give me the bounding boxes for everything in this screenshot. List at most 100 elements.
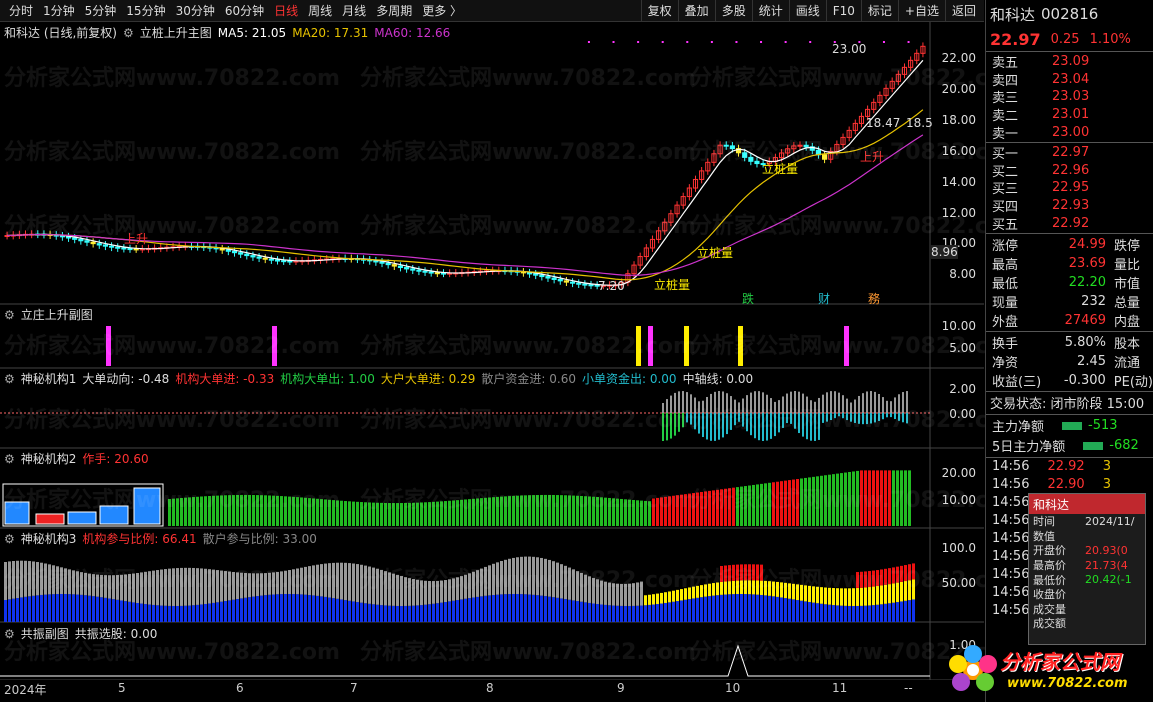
popup-key: 时间 (1033, 515, 1055, 529)
pane6-header: ⚙ 共振副图 共振选股: 0.00 (4, 625, 157, 642)
popup-row: 最高价 21.73(4 (1029, 558, 1145, 573)
pane4-axis-label: 10.00 (941, 493, 976, 507)
flow-value: -513 (1088, 418, 1118, 434)
chart-area[interactable]: 和科达 (日线,前复权) ⚙ 立桩上升主图 MA5: 21.05 MA20: 1… (0, 22, 1026, 680)
ask-row[interactable]: 卖三 23.03 (986, 88, 1153, 106)
tool-button-3[interactable]: 统计 (751, 0, 789, 22)
quote-key-2: PE(动) (1113, 374, 1153, 390)
pane2-axis-label: 10.00 (941, 319, 976, 333)
candle-body (803, 144, 809, 148)
period-tab-0[interactable]: 分时 (4, 2, 38, 19)
ask-row[interactable]: 卖一 23.00 (986, 123, 1153, 142)
pane2-header: ⚙ 立庄上升副图 (4, 306, 93, 323)
popup-row: 数值 (1029, 529, 1145, 544)
candle-body (231, 250, 238, 254)
gear-icon[interactable]: ⚙ (4, 452, 15, 466)
quote-value: 27469 (1064, 312, 1106, 328)
inset-bar (99, 505, 129, 525)
signal-dot (587, 41, 590, 43)
pane3-title[interactable]: 神秘机构1 (21, 370, 77, 387)
date-label: 5 (118, 681, 126, 695)
tool-button-1[interactable]: 叠加 (677, 0, 715, 22)
ask-label: 卖二 (992, 109, 1019, 125)
pane2-title[interactable]: 立庄上升副图 (21, 306, 93, 323)
popup-row: 最低价 20.42(-1 (1029, 572, 1145, 587)
tool-button-6[interactable]: 标记 (860, 0, 898, 22)
tick-time: 14:56 (992, 548, 1030, 564)
stock-label: 和科达 (日线,前复权) (4, 26, 117, 40)
tool-button-5[interactable]: F10 (825, 0, 861, 22)
bid-row[interactable]: 买五 22.92 (986, 214, 1153, 233)
ma60-value: MA60: 12.66 (374, 25, 451, 40)
tool-button-8[interactable]: 返回 (944, 0, 982, 22)
ma60-line (7, 134, 924, 276)
candle-body (72, 237, 78, 240)
period-tab-3[interactable]: 15分钟 (121, 2, 170, 19)
period-tab-9[interactable]: 多周期 (371, 2, 417, 19)
quote-key-2: 量比 (1114, 257, 1141, 273)
candle-body (115, 246, 121, 249)
candle-body (526, 272, 533, 275)
quote-value: 22.20 (1068, 274, 1106, 290)
ask-row[interactable]: 卖四 23.04 (986, 71, 1153, 89)
period-tab-7[interactable]: 周线 (303, 2, 337, 19)
inset-bar (67, 511, 97, 525)
annotation-right: 18.5 (906, 116, 933, 130)
popup-row: 成交额 (1029, 616, 1145, 631)
candle-body (742, 152, 748, 158)
gear-icon[interactable]: ⚙ (4, 627, 15, 641)
bid-row[interactable]: 买二 22.96 (986, 162, 1153, 180)
quote-key-2: 内盘 (1114, 314, 1141, 330)
candle-body (244, 253, 250, 257)
period-tab-5[interactable]: 60分钟 (220, 2, 269, 19)
ask-price: 23.00 (1052, 124, 1090, 140)
pane3-field-6: 中轴线: 0.00 (682, 372, 754, 386)
pane5-field-0: 机构参与比例: 66.41 (82, 532, 197, 546)
candle-body (281, 260, 287, 263)
annotation-low: 7.20 (598, 279, 625, 293)
tool-button-0[interactable]: 复权 (640, 0, 678, 22)
pane6-title[interactable]: 共振副图 (21, 625, 69, 642)
period-tab-4[interactable]: 30分钟 (171, 2, 220, 19)
tool-button-4[interactable]: 画线 (788, 0, 826, 22)
gear-icon[interactable]: ⚙ (4, 308, 15, 322)
period-tab-2[interactable]: 5分钟 (80, 2, 122, 19)
ask-row[interactable]: 卖二 23.01 (986, 106, 1153, 124)
tick-time: 14:56 (992, 476, 1030, 492)
tool-button-2[interactable]: 多股 (714, 0, 752, 22)
period-tab-10[interactable]: 更多 〉 (417, 2, 467, 19)
bid-row[interactable]: 买三 22.95 (986, 179, 1153, 197)
annotation-lizhuang2: 立桩量 (697, 246, 734, 260)
indicator-name[interactable]: 立桩上升主图 (140, 24, 212, 41)
signal-bar (648, 326, 653, 366)
quote-value: -0.300 (1063, 372, 1106, 388)
gear-icon[interactable]: ⚙ (4, 372, 15, 386)
pane4-title[interactable]: 神秘机构2 (21, 450, 77, 467)
gear-icon[interactable]: ⚙ (123, 26, 134, 40)
bid-label: 买三 (992, 182, 1019, 198)
quote-stats-2: 换手 5.80% 股本 净资 2.45 流通 收益(三) -0.300 PE(动) (986, 333, 1153, 390)
bid-row[interactable]: 买四 22.93 (986, 197, 1153, 215)
quote-row: 最高 23.69 量比 (986, 254, 1153, 273)
bid-price: 22.92 (1052, 215, 1090, 231)
tool-button-7[interactable]: +自选 (897, 0, 945, 22)
candle-body (78, 238, 84, 242)
popup-value: 20.42(-1 (1085, 573, 1132, 587)
quote-stats-1: 涨停 24.99 跌停 最高 23.69 量比 最低 22.20 市值 现量 232 总量 外盘 2746… (986, 235, 1153, 330)
quote-key: 外盘 (992, 314, 1019, 330)
kline-chart[interactable] (0, 22, 984, 680)
pane5-axis-label: 50.00 (941, 576, 976, 590)
candle-body (102, 244, 108, 247)
gear-icon[interactable]: ⚙ (4, 532, 15, 546)
tick-time: 14:56 (992, 512, 1030, 528)
period-tab-1[interactable]: 1分钟 (38, 2, 80, 19)
pane5-title[interactable]: 神秘机构3 (21, 530, 77, 547)
resonance-line (0, 644, 930, 677)
ask-row[interactable]: 卖五 23.09 (986, 53, 1153, 71)
candle-body (65, 236, 72, 239)
period-tab-8[interactable]: 月线 (337, 2, 371, 19)
signal-dot (907, 41, 910, 43)
period-tab-6[interactable]: 日线 (269, 2, 303, 19)
quote-value: 232 (1081, 293, 1106, 309)
bid-row[interactable]: 买一 22.97 (986, 144, 1153, 162)
